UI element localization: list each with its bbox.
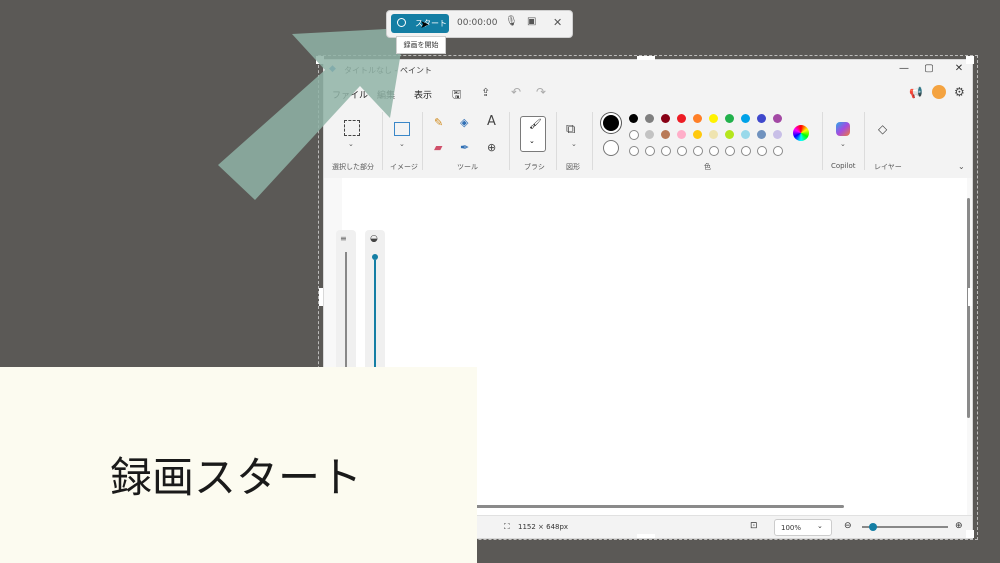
mic-muted-icon[interactable]: 🎙 bbox=[505, 16, 518, 27]
recording-toolbar: スタート 00:00:00 🎙 ▣ ✕ bbox=[386, 10, 573, 38]
start-tooltip: 録画を開始 bbox=[396, 36, 446, 54]
recording-timer: 00:00:00 bbox=[457, 18, 498, 28]
record-icon bbox=[397, 18, 406, 27]
caption-text: 録画スタート bbox=[110, 453, 363, 502]
close-icon[interactable]: ✕ bbox=[553, 16, 562, 29]
mouse-cursor-icon: ➤ bbox=[420, 18, 430, 31]
screen-icon[interactable]: ▣ bbox=[527, 16, 536, 27]
